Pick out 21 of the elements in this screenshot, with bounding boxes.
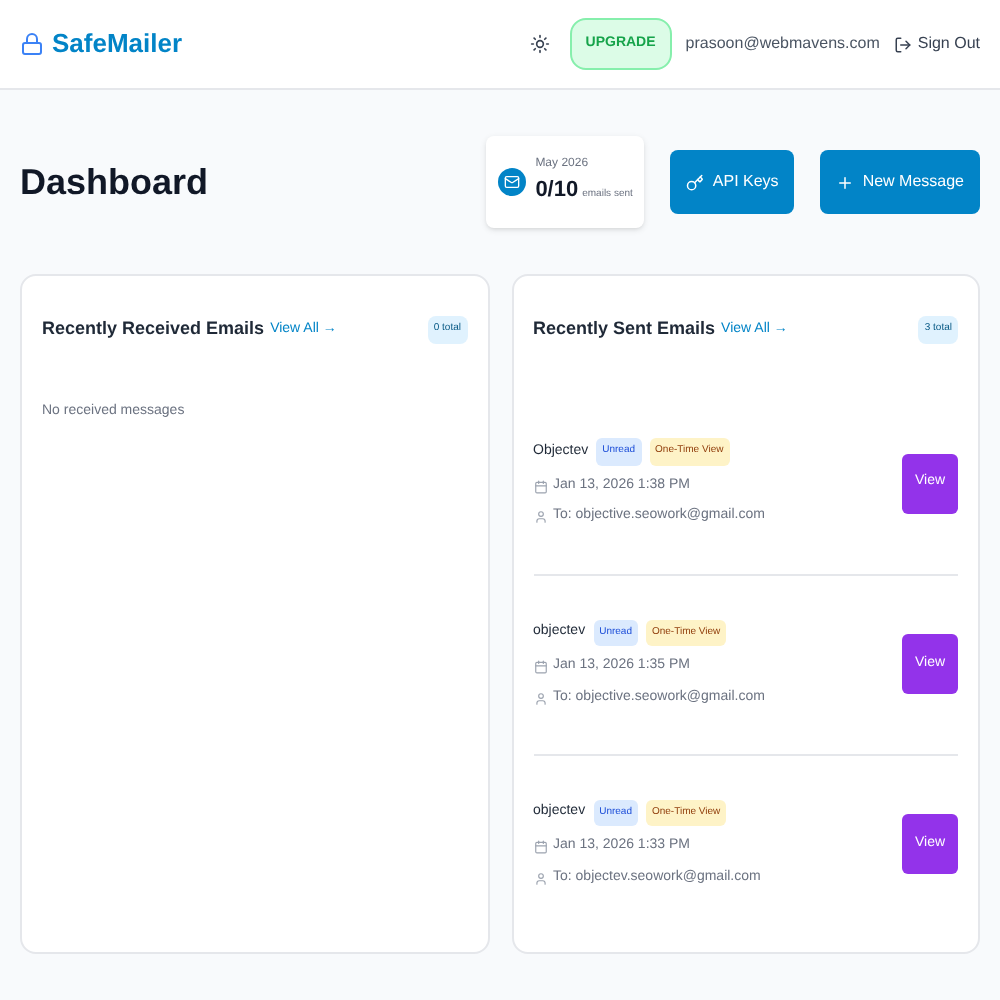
card-title: Recently Sent Emails: [533, 316, 716, 342]
page-title: Dashboard: [20, 159, 209, 205]
calendar-icon: [533, 479, 547, 493]
key-icon: [686, 173, 705, 191]
calendar-icon: [533, 660, 547, 674]
sign-out-button[interactable]: Sign Out: [893, 32, 980, 56]
card-title: Recently Received Emails: [42, 316, 265, 342]
calendar-icon: [533, 840, 547, 854]
user-icon: [533, 510, 547, 524]
brand-name[interactable]: SafeMailer: [52, 24, 183, 64]
mail-icon: [497, 168, 526, 196]
user-email: prasoon@webmavens.com: [685, 32, 880, 56]
user-icon: [533, 871, 547, 885]
lock-icon: [20, 32, 44, 56]
theme-icon[interactable]: [529, 34, 550, 54]
usage-count: 0/10: [535, 176, 579, 207]
plus-icon: [836, 173, 855, 191]
api-keys-button[interactable]: API Keys: [670, 150, 795, 214]
new-message-button[interactable]: New Message: [820, 150, 980, 214]
sign-out-icon: [893, 35, 912, 53]
user-icon: [533, 691, 547, 705]
